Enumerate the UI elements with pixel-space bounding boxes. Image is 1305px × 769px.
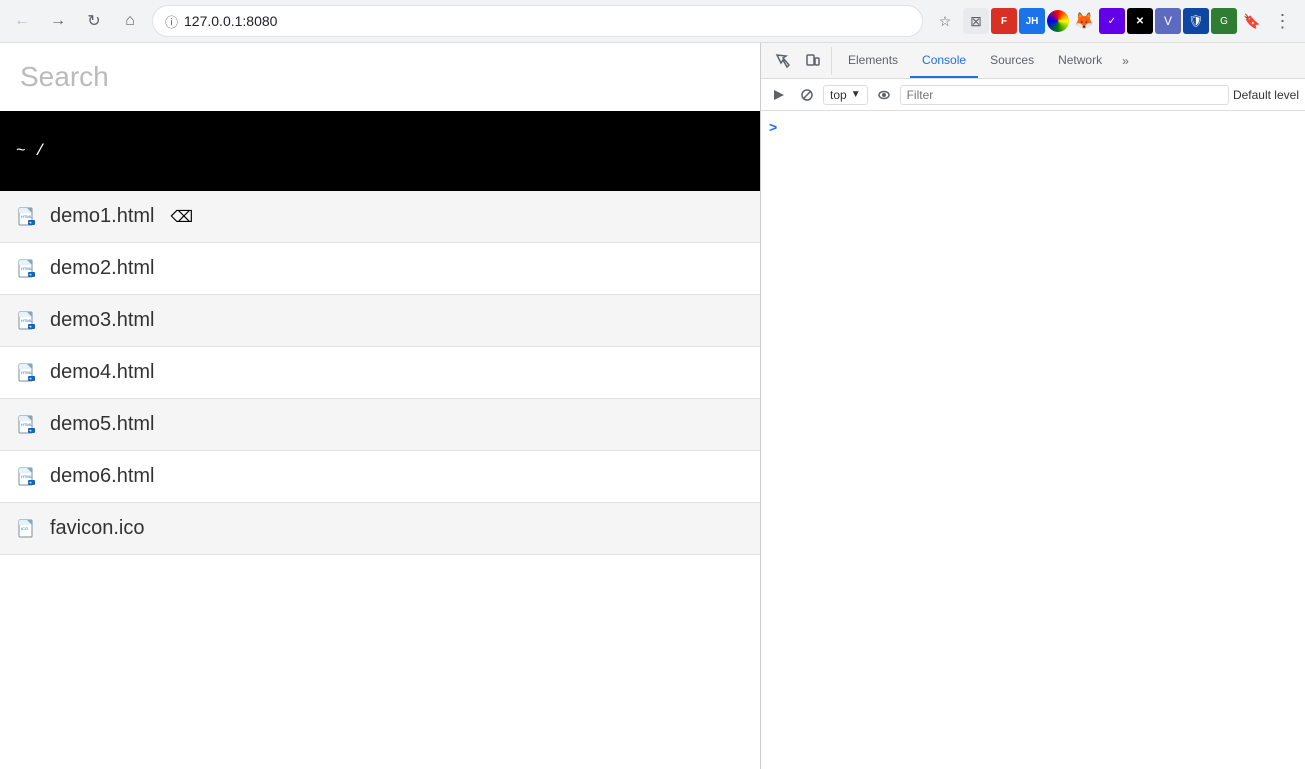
console-default-level[interactable]: Default level <box>1233 88 1299 102</box>
file-name-demo6: demo6.html <box>50 465 155 488</box>
console-context-dropdown[interactable]: top ▼ <box>823 85 868 105</box>
file-item-demo4[interactable]: HTML ➜ demo4.html <box>0 347 760 399</box>
file-item-favicon[interactable]: ICO favicon.ico <box>0 503 760 555</box>
search-bar: Search <box>0 43 760 111</box>
terminal-prompt: ~ / <box>16 142 45 160</box>
forward-button[interactable]: → <box>44 7 72 35</box>
devtools-device-icon[interactable] <box>799 47 827 75</box>
console-eye-icon[interactable] <box>872 83 896 107</box>
devtools-tab-icons <box>765 47 832 75</box>
ext-bookmark-star-icon[interactable]: 🔖 <box>1239 8 1265 34</box>
file-name-demo1: demo1.html <box>50 205 155 228</box>
ext-x-icon[interactable]: ✕ <box>1127 8 1153 34</box>
file-icon-demo6: HTML ➜ <box>16 466 38 488</box>
ext-v-icon[interactable]: V <box>1155 8 1181 34</box>
ext-firefox-icon[interactable]: 🦊 <box>1071 8 1097 34</box>
file-name-demo2: demo2.html <box>50 257 155 280</box>
console-dropdown-arrow: ▼ <box>851 89 861 100</box>
ext-color-icon[interactable] <box>1047 10 1069 32</box>
lock-icon: ⓘ <box>165 12 178 31</box>
browser-content: Search ~ / HTML ➜ <box>0 43 760 769</box>
devtools-tabs: Elements Console Sources Network » <box>761 43 1305 79</box>
reload-button[interactable]: ↻ <box>80 7 108 35</box>
devtools-console-content: > <box>761 111 1305 769</box>
browser-chrome: ← → ↻ ⌂ ⓘ ☆ ⊠ F JH 🦊 ✓ ✕ V 🛡 G 🔖 <box>0 0 1305 43</box>
svg-text:HTML: HTML <box>21 370 33 375</box>
file-item-demo1[interactable]: HTML ➜ demo1.html ⌫ <box>0 191 760 243</box>
console-context-label: top <box>830 88 847 102</box>
ext-red-icon[interactable]: F <box>991 8 1017 34</box>
svg-text:HTML: HTML <box>21 214 33 219</box>
devtools-inspect-icon[interactable] <box>769 47 797 75</box>
devtools-panel: Elements Console Sources Network » top ▼ <box>760 43 1305 769</box>
menu-button[interactable]: ⋮ <box>1269 7 1297 35</box>
console-filter-input[interactable] <box>900 85 1229 105</box>
tab-network[interactable]: Network <box>1046 43 1114 78</box>
file-icon-demo4: HTML ➜ <box>16 362 38 384</box>
main-layout: Search ~ / HTML ➜ <box>0 43 1305 769</box>
devtools-console-bar: top ▼ Default level <box>761 79 1305 111</box>
extension-icons: ⊠ F JH 🦊 ✓ ✕ V 🛡 G 🔖 <box>963 8 1265 34</box>
file-icon-demo1: HTML ➜ <box>16 206 38 228</box>
tab-elements[interactable]: Elements <box>836 43 910 78</box>
svg-text:ICO: ICO <box>21 526 28 531</box>
file-icon-demo3: HTML ➜ <box>16 310 38 332</box>
cursor-hand: ⌫ <box>171 207 194 227</box>
file-list: HTML ➜ demo1.html ⌫ HTML <box>0 191 760 769</box>
console-run-icon[interactable] <box>767 83 791 107</box>
tab-more[interactable]: » <box>1114 48 1137 74</box>
back-button[interactable]: ← <box>8 7 36 35</box>
console-block-icon[interactable] <box>795 83 819 107</box>
terminal-area: ~ / <box>0 111 760 191</box>
console-arrow: > <box>769 119 777 135</box>
url-input[interactable] <box>184 13 910 29</box>
ext-purple-icon[interactable]: ✓ <box>1099 8 1125 34</box>
svg-text:HTML: HTML <box>21 266 33 271</box>
ext-jh-icon[interactable]: JH <box>1019 8 1045 34</box>
file-item-demo2[interactable]: HTML ➜ demo2.html <box>0 243 760 295</box>
file-icon-demo2: HTML ➜ <box>16 258 38 280</box>
svg-text:HTML: HTML <box>21 318 33 323</box>
ext-grid-icon[interactable]: ⊠ <box>963 8 989 34</box>
svg-text:HTML: HTML <box>21 422 33 427</box>
bookmark-icon[interactable]: ☆ <box>931 7 959 35</box>
file-item-demo3[interactable]: HTML ➜ demo3.html <box>0 295 760 347</box>
toolbar-right: ☆ ⊠ F JH 🦊 ✓ ✕ V 🛡 G 🔖 ⋮ <box>931 7 1297 35</box>
file-name-favicon: favicon.ico <box>50 517 145 540</box>
file-name-demo5: demo5.html <box>50 413 155 436</box>
search-placeholder: Search <box>20 61 109 92</box>
tab-console[interactable]: Console <box>910 43 978 78</box>
home-button[interactable]: ⌂ <box>116 7 144 35</box>
ext-shield-icon[interactable]: 🛡 <box>1183 8 1209 34</box>
file-icon-demo5: HTML ➜ <box>16 414 38 436</box>
file-item-demo5[interactable]: HTML ➜ demo5.html <box>0 399 760 451</box>
ext-green-icon[interactable]: G <box>1211 8 1237 34</box>
console-prompt: > <box>769 119 1297 135</box>
file-icon-favicon: ICO <box>16 518 38 540</box>
file-name-demo3: demo3.html <box>50 309 155 332</box>
tab-sources[interactable]: Sources <box>978 43 1046 78</box>
file-name-demo4: demo4.html <box>50 361 155 384</box>
svg-text:HTML: HTML <box>21 474 33 479</box>
file-item-demo6[interactable]: HTML ➜ demo6.html <box>0 451 760 503</box>
browser-toolbar: ← → ↻ ⌂ ⓘ ☆ ⊠ F JH 🦊 ✓ ✕ V 🛡 G 🔖 <box>0 0 1305 42</box>
address-bar[interactable]: ⓘ <box>152 5 923 37</box>
